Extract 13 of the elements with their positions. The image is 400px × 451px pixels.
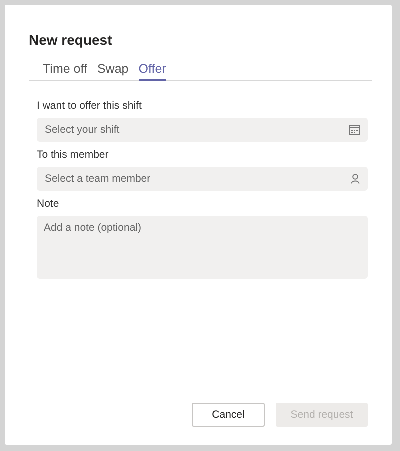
tab[interactable]: Swap bbox=[97, 62, 129, 81]
shift-field[interactable]: Select your shift bbox=[37, 118, 368, 142]
field-label: Note bbox=[37, 198, 60, 210]
note-field[interactable]: Add a note (optional) bbox=[37, 216, 368, 279]
tab[interactable]: Time off bbox=[43, 62, 88, 81]
calendar-icon bbox=[349, 125, 360, 135]
person-icon bbox=[351, 174, 360, 184]
member-field[interactable]: Select a team member bbox=[37, 167, 368, 191]
cancel-button[interactable]: Cancel bbox=[192, 403, 265, 427]
field-label: To this member bbox=[37, 149, 110, 161]
tab[interactable]: Offer bbox=[138, 62, 166, 81]
dialog-title: New request bbox=[29, 32, 114, 48]
field-label: I want to offer this shift bbox=[37, 100, 143, 112]
